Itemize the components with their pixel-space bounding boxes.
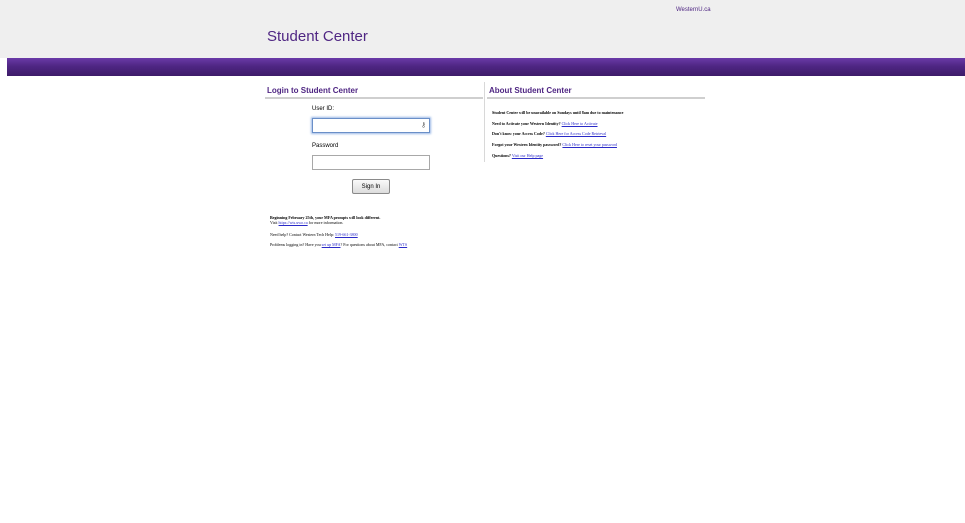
help-page-link[interactable]: Visit our Help page bbox=[512, 153, 543, 158]
userid-label: User ID: bbox=[312, 106, 335, 112]
wts-link[interactable]: WTS bbox=[399, 242, 407, 247]
problems-notice: Problems logging in? Have you set up MFA… bbox=[270, 242, 407, 247]
password-input[interactable] bbox=[312, 155, 430, 170]
site-title: Student Center bbox=[267, 28, 368, 45]
mfa-notice-suffix: for more information. bbox=[307, 220, 344, 225]
maintenance-notice: Student Center will be unavailable on Su… bbox=[492, 110, 623, 115]
about-heading-divider bbox=[487, 97, 705, 99]
access-code-line: Don't know your Access Code? Click Here … bbox=[492, 131, 606, 136]
access-code-text: Don't know your Access Code? bbox=[492, 131, 545, 136]
questions-line: Questions? Visit our Help page bbox=[492, 153, 543, 158]
help-notice: Need help? Contact Western Tech Help: 51… bbox=[270, 232, 358, 237]
mfa-notice: Beginning February 25th, your MFA prompt… bbox=[270, 215, 380, 225]
login-heading: Login to Student Center bbox=[267, 86, 359, 95]
maintenance-text: Student Center will be unavailable on Su… bbox=[492, 110, 624, 115]
activate-link[interactable]: Click Here to Activate bbox=[562, 121, 598, 126]
westernu-link[interactable]: WesternU.ca bbox=[676, 7, 711, 13]
password-label: Password bbox=[312, 143, 339, 149]
access-code-link[interactable]: Click Here for Access Code Retrieval bbox=[546, 131, 606, 136]
forgot-password-text: Forgot your Western Identity password? bbox=[492, 142, 562, 147]
problems-notice-prefix: Problems logging in? Have you bbox=[270, 242, 322, 247]
questions-text: Questions? bbox=[492, 153, 511, 158]
activate-text: Need to Activate your Western Identity? bbox=[492, 121, 561, 126]
signin-button[interactable]: Sign In bbox=[352, 179, 390, 194]
purple-banner bbox=[7, 58, 965, 76]
mfa-info-link[interactable]: https://wts.uwo.ca bbox=[279, 220, 308, 225]
problems-notice-mid: ? For questions about MFA, contact bbox=[340, 242, 399, 247]
setup-mfa-link[interactable]: set up MFA bbox=[322, 242, 341, 247]
column-divider bbox=[484, 82, 485, 162]
reset-password-link[interactable]: Click Here to reset your password bbox=[562, 142, 617, 147]
login-heading-divider bbox=[265, 97, 483, 99]
userid-input[interactable] bbox=[312, 118, 430, 133]
mfa-notice-prefix: Visit bbox=[270, 220, 279, 225]
forgot-password-line: Forgot your Western Identity password? C… bbox=[492, 142, 617, 147]
about-heading: About Student Center bbox=[489, 86, 572, 95]
help-phone-link[interactable]: 519-661-3800 bbox=[335, 232, 358, 237]
activate-line: Need to Activate your Western Identity? … bbox=[492, 121, 598, 126]
header-bar bbox=[0, 0, 965, 58]
key-icon[interactable]: ⚷ bbox=[421, 121, 426, 129]
help-notice-text: Need help? Contact Western Tech Help: bbox=[270, 232, 336, 237]
